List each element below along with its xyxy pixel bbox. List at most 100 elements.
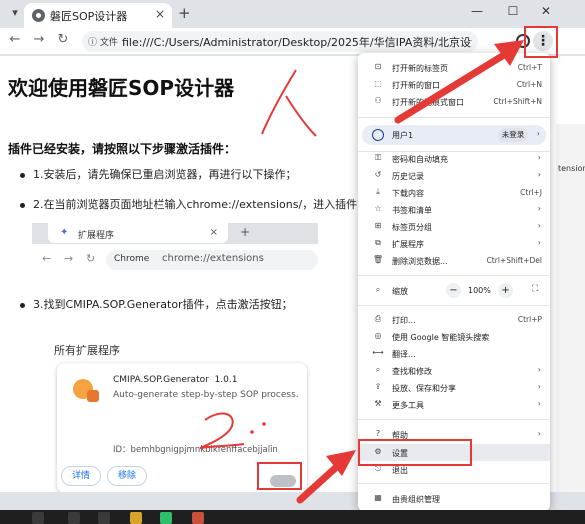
reload-icon[interactable]: ↻ [54, 32, 72, 47]
globe-icon [32, 9, 45, 22]
history-icon: ↺ [374, 170, 382, 179]
chevron-right-icon: › [537, 204, 541, 213]
bullet-icon [20, 202, 25, 208]
zoom-in-button[interactable]: + [498, 283, 513, 298]
profile-name: 用户1 [392, 131, 414, 140]
menu-item-cast-save-share[interactable]: ⇪ 投放、保存和分享 › [358, 379, 550, 396]
taskbar-app-icon[interactable] [32, 512, 44, 524]
extension-details-button: 详情 [61, 466, 101, 486]
address-bar[interactable]: ⓘ 文件 file:///C:/Users/Administrator/Desk… [82, 31, 478, 52]
site-info-chip[interactable]: ⓘ 文件 [88, 35, 118, 48]
menu-item-shortcut: Ctrl+T [517, 63, 542, 72]
ext-shot-chrome-chip: Chrome [114, 254, 150, 264]
menu-item-history[interactable]: ↺ 历史记录 › [358, 167, 550, 184]
browser-tab[interactable]: 磐匠SOP设计器 × [24, 3, 172, 28]
extension-logo-badge-icon [87, 390, 99, 402]
right-edge-text: tension [558, 164, 585, 173]
share-icon: ⇪ [374, 382, 382, 391]
chevron-right-icon: › [537, 238, 541, 247]
translate-icon: ⟷ [372, 348, 384, 357]
menu-item-clear-data[interactable]: 🗑 删除浏览数据... Ctrl+Shift+Del [358, 252, 550, 269]
menu-item-label: 查找和修改 [392, 367, 432, 376]
chevron-right-icon: › [537, 429, 541, 438]
menu-item-passwords[interactable]: ⚿ 密码和自动填充 › [358, 150, 550, 167]
menu-divider [358, 275, 550, 276]
find-icon: ⌕ [375, 365, 381, 374]
taskbar-app-icon[interactable] [68, 512, 80, 524]
right-edge-panel [556, 124, 585, 492]
menu-item-tab-groups[interactable]: ⊞ 标签页分组 › [358, 218, 550, 235]
ext-shot-back-icon: ← [42, 252, 52, 265]
menu-item-new-tab[interactable]: ⊡ 打开新的标签页 Ctrl+T [358, 59, 550, 76]
menu-item-downloads[interactable]: ⤓ 下载内容 Ctrl+J [358, 184, 550, 201]
menu-divider [358, 117, 550, 118]
browser-toolbar: ← → ↻ ⓘ 文件 file:///C:/Users/Administrato… [0, 28, 585, 54]
menu-item-shortcut: Ctrl+N [516, 80, 542, 89]
forward-icon[interactable]: → [30, 32, 48, 47]
menu-item-managed[interactable]: ▦ 由贵组织管理 [358, 490, 550, 507]
new-tab-button[interactable]: + [178, 4, 191, 22]
menu-item-label: 缩放 [392, 287, 408, 296]
ext-shot-reload-icon: ↻ [86, 252, 96, 265]
chevron-right-icon: › [536, 129, 540, 138]
menu-item-new-window[interactable]: ⬚ 打开新的窗口 Ctrl+N [358, 76, 550, 93]
extension-description: Auto-generate step-by-step SOP process. [113, 390, 299, 400]
taskbar-folder-icon[interactable] [130, 512, 142, 524]
minimize-button[interactable]: — [468, 4, 486, 18]
menu-divider [358, 483, 550, 484]
extension-name: CMIPA.SOP.Generator 1.0.1 [113, 375, 237, 385]
trash-icon: 🗑 [372, 255, 384, 264]
extension-id: ID：bemhbgnigpjmnkbikfenffacebjjalin [113, 445, 278, 455]
bullet-icon [20, 172, 25, 178]
print-icon: ⎙ [374, 314, 382, 323]
tab-close-icon[interactable]: × [155, 7, 165, 21]
menu-item-find[interactable]: ⌕ 查找和修改 › [358, 362, 550, 379]
step-2: 2.在当前浏览器页面地址栏输入chrome://extensions/，进入插件… [20, 196, 401, 212]
annotation-box-settings [358, 439, 472, 466]
menu-item-label: 删除浏览数据... [392, 257, 448, 266]
menu-item-print[interactable]: ⎙ 打印... Ctrl+P [358, 311, 550, 328]
chevron-right-icon: › [537, 221, 541, 230]
menu-divider [358, 419, 550, 420]
menu-item-incognito[interactable]: ⚇ 打开新的无痕式窗口 Ctrl+Shift+N [358, 93, 550, 110]
taskbar-app-icon[interactable] [192, 512, 204, 524]
ext-shot-url: chrome://extensions [162, 253, 264, 264]
menu-item-bookmarks[interactable]: ☆ 书签和清单 › [358, 201, 550, 218]
tab-search-icon[interactable]: ▾ [6, 4, 24, 22]
chevron-right-icon: › [537, 365, 541, 374]
tab-strip: ▾ 磐匠SOP设计器 × + — ☐ ✕ [0, 0, 585, 28]
new-window-icon: ⬚ [374, 79, 382, 88]
extension-remove-button: 移除 [107, 466, 147, 486]
bullet-icon [20, 302, 25, 308]
zoom-level: 100% [468, 286, 491, 295]
step-3-text: 3.找到CMIPA.SOP.Generator插件，点击激活按钮； [33, 298, 293, 311]
download-icon: ⤓ [376, 187, 380, 196]
ext-shot-toolbar: ← → ↻ Chrome chrome://extensions [32, 244, 318, 275]
menu-item-more-tools[interactable]: ⚒ 更多工具 › [358, 396, 550, 413]
back-icon[interactable]: ← [6, 32, 24, 47]
menu-item-google-lens[interactable]: ◎ 使用 Google 智能镜头搜索 [358, 328, 550, 345]
taskbar-app-icon[interactable] [98, 512, 110, 524]
tools-icon: ⚒ [374, 399, 382, 408]
ext-shot-tab: ✦ 扩展程序 × [48, 223, 228, 243]
chevron-right-icon: › [537, 382, 541, 391]
menu-item-translate[interactable]: ⟷ 翻译... [358, 345, 550, 362]
annotation-box-menu-button [524, 26, 558, 58]
ext-shot-close-icon: × [209, 227, 218, 238]
menu-item-label: 打印... [392, 316, 416, 325]
url-text[interactable]: file:///C:/Users/Administrator/Desktop/2… [122, 34, 472, 50]
extension-name-text: CMIPA.SOP.Generator [113, 375, 209, 385]
maximize-button[interactable]: ☐ [504, 4, 522, 18]
menu-item-extensions[interactable]: ⧉ 扩展程序 › [358, 235, 550, 252]
menu-item-label: 历史记录 [392, 172, 424, 181]
puzzle-icon: ⧉ [375, 238, 381, 247]
zoom-out-button[interactable]: − [446, 283, 461, 298]
close-window-button[interactable]: ✕ [537, 4, 555, 18]
taskbar-app-icon[interactable] [160, 512, 172, 524]
building-icon: ▦ [374, 493, 382, 502]
menu-item-label: 打开新的标签页 [392, 64, 448, 73]
menu-item-profile[interactable]: 用户1 未登录 › [362, 125, 546, 145]
menu-item-label: 使用 Google 智能镜头搜索 [392, 333, 490, 342]
tab-groups-icon: ⊞ [374, 221, 382, 230]
fullscreen-icon[interactable]: ⛶ [532, 284, 538, 294]
